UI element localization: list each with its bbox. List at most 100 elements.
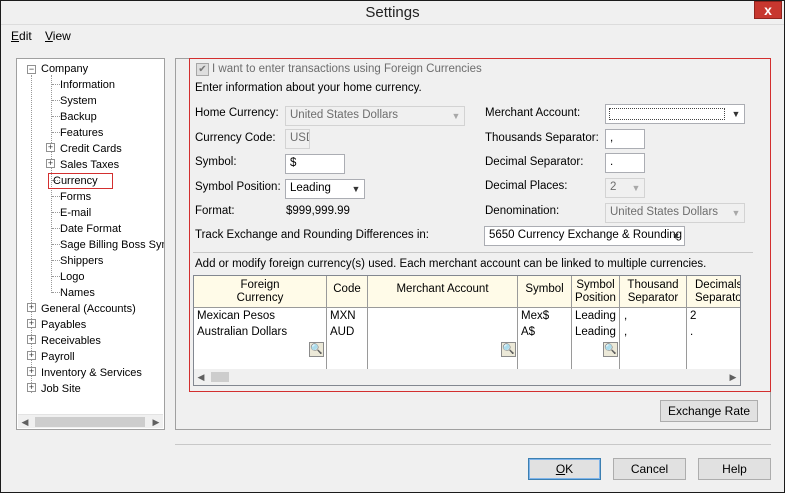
grid-cell-decimal[interactable]: 2 xyxy=(690,310,696,322)
grid-cell-code[interactable]: MXN xyxy=(330,310,356,322)
chevron-down-icon: ▼ xyxy=(351,184,361,194)
tree-item-date-format[interactable]: Date Format xyxy=(60,222,121,236)
thousands-separator-field[interactable]: , xyxy=(605,129,645,149)
grid-cell-position[interactable]: Leading xyxy=(575,326,616,338)
header-text: Separator xyxy=(695,292,741,304)
home-currency-intro: Enter information about your home curren… xyxy=(195,82,422,94)
grid-header-symbol[interactable]: Symbol xyxy=(518,276,572,308)
tree-line xyxy=(52,276,60,277)
home-currency-select[interactable]: United States Dollars ▼ xyxy=(285,106,465,126)
expand-icon[interactable]: + xyxy=(46,143,55,152)
exchange-rate-button[interactable]: Exchange Rate xyxy=(660,400,758,422)
grid-cell-currency[interactable]: Mexican Pesos xyxy=(197,310,275,322)
format-label: Format: xyxy=(195,205,235,217)
grid-cell-symbol[interactable]: A$ xyxy=(521,326,535,338)
expand-icon[interactable]: + xyxy=(27,367,36,376)
expand-icon[interactable]: + xyxy=(46,159,55,168)
tree-item-email[interactable]: E-mail xyxy=(60,206,91,220)
tree-line xyxy=(31,75,32,393)
decimal-separator-label: Decimal Separator: xyxy=(485,156,584,168)
scroll-right-icon[interactable]: ▶ xyxy=(726,370,740,384)
track-exchange-select[interactable]: 5650 Currency Exchange & Rounding ▼ xyxy=(484,226,685,246)
help-button[interactable]: Help xyxy=(698,458,771,480)
grid-header-merchant-account[interactable]: Merchant Account xyxy=(368,276,518,308)
grid-cell-thousand[interactable]: , xyxy=(624,326,627,338)
tree-item-inventory-services[interactable]: Inventory & Services xyxy=(41,366,142,380)
decimal-places-select[interactable]: 2 ▼ xyxy=(605,178,645,198)
scroll-left-icon[interactable]: ◀ xyxy=(194,370,208,384)
tree-item-general-accounts[interactable]: General (Accounts) xyxy=(41,302,136,316)
window-title: Settings xyxy=(365,4,420,21)
decimal-separator-field[interactable]: . xyxy=(605,153,645,173)
expand-icon[interactable]: + xyxy=(27,335,36,344)
tree-item-shippers[interactable]: Shippers xyxy=(60,254,103,268)
tree-item-receivables[interactable]: Receivables xyxy=(41,334,101,348)
home-currency-value: United States Dollars xyxy=(290,109,399,121)
foreign-currency-checkbox[interactable]: ✔ xyxy=(196,63,209,76)
tree-line xyxy=(52,132,60,133)
scroll-right-icon[interactable]: ▶ xyxy=(149,415,163,429)
denomination-select[interactable]: United States Dollars ▼ xyxy=(605,203,745,223)
scroll-thumb[interactable] xyxy=(211,372,229,382)
tree-item-payroll[interactable]: Payroll xyxy=(41,350,75,364)
tree-item-company[interactable]: Company xyxy=(41,62,88,76)
merchant-lookup-icon[interactable]: 🔍 xyxy=(501,342,516,357)
collapse-icon[interactable]: − xyxy=(27,65,36,74)
position-lookup-icon[interactable]: 🔍 xyxy=(603,342,618,357)
ok-button[interactable]: OK xyxy=(528,458,601,480)
decimal-places-value: 2 xyxy=(610,181,617,193)
grid-cell-code[interactable]: AUD xyxy=(330,326,354,338)
menu-edit[interactable]: Edit xyxy=(11,29,32,43)
grid-header-thousand-separator[interactable]: Thousand Separator xyxy=(620,276,687,308)
tree-item-names[interactable]: Names xyxy=(60,286,95,300)
tree-item-features[interactable]: Features xyxy=(60,126,103,140)
tree-item-sales-taxes[interactable]: Sales Taxes xyxy=(60,158,119,172)
chevron-down-icon: ▼ xyxy=(731,109,741,119)
format-value: $999,999.99 xyxy=(286,205,350,217)
header-text: Foreign xyxy=(240,279,280,291)
expand-icon[interactable]: + xyxy=(27,303,36,312)
symbol-field[interactable]: $ xyxy=(285,154,345,174)
thousands-separator-label: Thousands Separator: xyxy=(485,132,599,144)
currency-lookup-icon[interactable]: 🔍 xyxy=(309,342,324,357)
grid-column xyxy=(368,308,518,370)
symbol-position-select[interactable]: Leading ▼ xyxy=(285,179,365,199)
tree-item-system[interactable]: System xyxy=(60,94,97,108)
tree-horizontal-scrollbar[interactable]: ◀ ▶ xyxy=(18,414,163,428)
grid-header-code[interactable]: Code xyxy=(327,276,368,308)
grid-cell-decimal[interactable]: . xyxy=(690,326,693,338)
tree-line xyxy=(52,228,60,229)
grid-header-foreign-currency[interactable]: Foreign Currency xyxy=(194,276,327,308)
grid-header-decimals-separator[interactable]: Decimals Separator xyxy=(687,276,741,308)
grid-header-symbol-position[interactable]: Symbol Position xyxy=(572,276,620,308)
tree-item-job-site[interactable]: Job Site xyxy=(41,382,81,396)
cancel-button[interactable]: Cancel xyxy=(613,458,686,480)
scroll-thumb[interactable] xyxy=(35,417,145,427)
tree-item-information[interactable]: Information xyxy=(60,78,115,92)
tree-item-sage-billing-boss[interactable]: Sage Billing Boss Syn xyxy=(60,238,164,252)
scroll-left-icon[interactable]: ◀ xyxy=(18,415,32,429)
settings-tree: − Company Information System Backup Feat… xyxy=(16,58,165,430)
chevron-down-icon: ▼ xyxy=(731,208,741,218)
tree-item-logo[interactable]: Logo xyxy=(60,270,84,284)
grid-cell-position[interactable]: Leading xyxy=(575,310,616,322)
grid-cell-currency[interactable]: Australian Dollars xyxy=(197,326,287,338)
expand-icon[interactable]: + xyxy=(27,319,36,328)
expand-icon[interactable]: + xyxy=(27,351,36,360)
grid-cell-symbol[interactable]: Mex$ xyxy=(521,310,549,322)
merchant-account-select[interactable]: ▼ xyxy=(605,104,745,124)
menu-view[interactable]: View xyxy=(45,29,71,43)
grid-horizontal-scrollbar[interactable]: ◀ ▶ xyxy=(194,369,740,385)
tree-line xyxy=(52,100,60,101)
tree-item-forms[interactable]: Forms xyxy=(60,190,91,204)
grid-cell-thousand[interactable]: , xyxy=(624,310,627,322)
decimal-places-label: Decimal Places: xyxy=(485,180,568,192)
tree-item-currency[interactable]: Currency xyxy=(48,173,113,189)
currency-code-field[interactable]: USD xyxy=(285,129,310,149)
foreign-currency-intro: Add or modify foreign currency(s) used. … xyxy=(195,258,707,270)
expand-icon[interactable]: + xyxy=(27,383,36,392)
tree-item-backup[interactable]: Backup xyxy=(60,110,97,124)
tree-item-credit-cards[interactable]: Credit Cards xyxy=(60,142,122,156)
close-button[interactable]: x xyxy=(754,1,782,19)
tree-item-payables[interactable]: Payables xyxy=(41,318,86,332)
